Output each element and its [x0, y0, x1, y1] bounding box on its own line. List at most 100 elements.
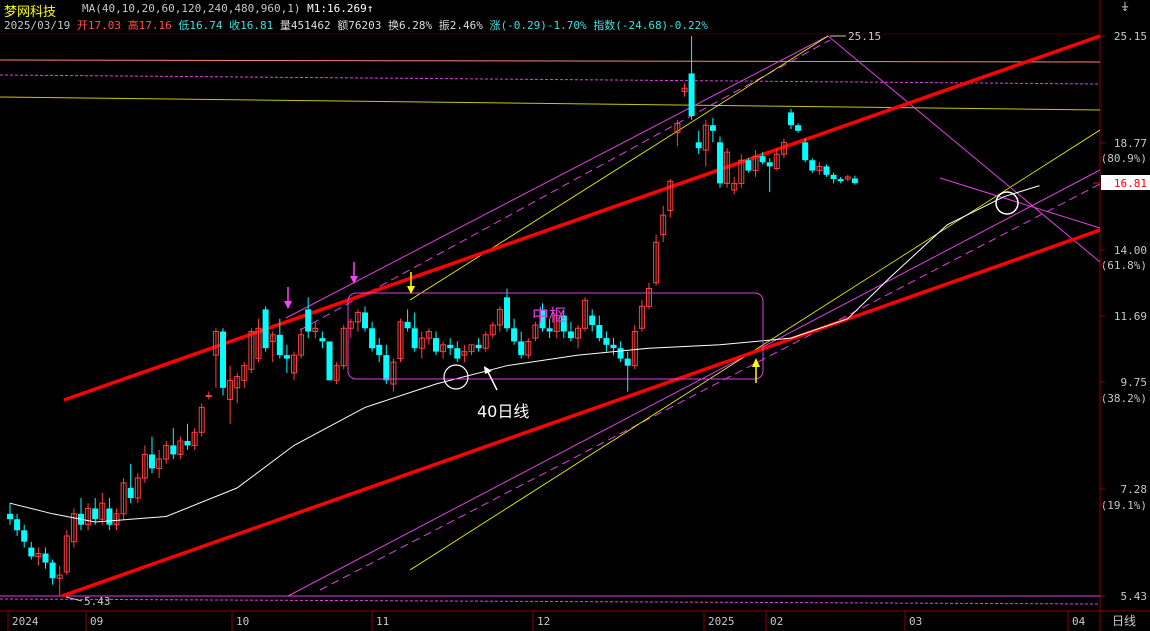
candle-body — [546, 328, 553, 332]
date-tick-label: 12 — [537, 615, 550, 628]
down-arrowhead — [350, 276, 358, 284]
candle-body — [717, 142, 723, 184]
candle-body — [759, 156, 766, 163]
price-tick-label: 7.28 — [1121, 483, 1148, 496]
date-axis[interactable]: 2024 09 10 11 12 2025 02 03 04 日线 — [7, 611, 1136, 631]
candle-body — [149, 454, 155, 469]
channel-line — [287, 169, 1101, 597]
date-tick-label: 04 — [1072, 615, 1086, 628]
ma40-pointer-arrow — [486, 369, 498, 391]
chart-frame — [0, 0, 1150, 631]
price-tick-label: 9.75 — [1121, 376, 1148, 389]
candle-body — [404, 321, 411, 329]
candle-body — [624, 358, 631, 366]
price-tick-label: (38.2%) — [1101, 392, 1147, 405]
candle-body — [851, 178, 858, 184]
candle-body — [184, 440, 191, 446]
price-tick-label: 25.15 — [1114, 30, 1147, 43]
candle-body — [837, 179, 844, 182]
channel-line — [939, 177, 1101, 229]
candle-body — [362, 312, 368, 329]
zhongshu-label: 中枢 — [532, 306, 566, 326]
upper-trend-line — [63, 34, 1101, 402]
candle-body — [42, 553, 49, 563]
candle-body — [795, 125, 802, 131]
down-arrowhead — [284, 301, 292, 309]
candle-body — [511, 328, 518, 342]
price-tick-label: (61.8%) — [1101, 259, 1147, 272]
candle-body — [49, 562, 56, 579]
channel-line — [299, 39, 831, 331]
candle-body — [28, 547, 35, 557]
channel-line — [409, 35, 829, 301]
candle-body — [7, 513, 13, 520]
date-tick-label: 2025 — [708, 615, 735, 628]
candle-body — [518, 341, 525, 356]
level-line — [0, 598, 1101, 605]
candle-body — [170, 445, 177, 455]
candle-body — [92, 508, 99, 520]
low-marker — [65, 596, 83, 602]
candle-body — [504, 297, 510, 329]
candle-body — [276, 334, 283, 356]
price-tick-label: 18.77 — [1114, 137, 1147, 150]
channel-line — [827, 35, 1101, 263]
candle-body — [433, 338, 439, 352]
price-tick-label: (80.9%) — [1101, 152, 1147, 165]
candle-body — [411, 328, 418, 349]
price-tick-label: 14.00 — [1114, 244, 1147, 257]
candle-body — [603, 338, 610, 345]
candle-body — [589, 315, 596, 326]
candle-body — [262, 309, 269, 349]
candle-body — [14, 519, 21, 531]
candle-body — [709, 125, 716, 131]
ma40-label: 40日线 — [477, 402, 529, 421]
candle-body — [283, 355, 290, 359]
high-price-label: 25.15 — [848, 30, 881, 43]
channel-line — [319, 183, 1101, 591]
level-line — [0, 74, 1101, 85]
low-price-label: 5.43 — [84, 595, 111, 608]
candle-body — [383, 355, 390, 381]
price-tick-label: (19.1%) — [1101, 499, 1147, 512]
candle-body — [127, 487, 134, 499]
candle-body — [788, 112, 794, 126]
candle-body — [745, 160, 752, 171]
candle-body — [220, 331, 226, 388]
candle-body — [475, 344, 482, 349]
candle-body — [305, 309, 312, 332]
candle-body — [376, 344, 383, 356]
date-tick-label: 10 — [236, 615, 249, 628]
candle-body — [617, 348, 624, 359]
candle-body — [596, 325, 603, 339]
current-price-label: 16.81 — [1114, 177, 1147, 190]
candle-body — [319, 338, 326, 342]
candle-body — [326, 341, 333, 381]
price-axis: 25.15 18.77 (80.9%) 16.81 14.00 (61.8%) 11.69 9… — [1093, 30, 1150, 603]
date-tick-label: 02 — [770, 615, 783, 628]
date-tick-label: 11 — [376, 615, 389, 628]
candle-body — [688, 73, 695, 117]
date-tick-label: 2024 — [12, 615, 39, 628]
candle-body — [454, 348, 461, 359]
candle-body — [205, 395, 212, 398]
kline-chart[interactable]: 中枢 40日线 25.15 5.43 25.15 18.77 (80.9%) 16.81 14… — [0, 0, 1150, 631]
candle-body — [106, 508, 113, 525]
candle-body — [21, 530, 28, 542]
candle-body — [610, 344, 617, 349]
candle-body — [809, 160, 816, 171]
candles[interactable] — [7, 36, 858, 596]
candle-body — [567, 331, 574, 339]
lower-trend-line — [61, 228, 1101, 598]
price-tick-label: 11.69 — [1114, 310, 1147, 323]
level-line — [0, 59, 1101, 63]
candle-body — [695, 142, 702, 149]
candle-body — [830, 174, 837, 180]
price-tick-label: 5.43 — [1121, 590, 1148, 603]
candle-body — [766, 162, 773, 167]
period-mode-label: 日线 — [1112, 614, 1136, 628]
candle-body — [369, 328, 376, 349]
date-tick-label: 03 — [909, 615, 922, 628]
date-tick-label: 09 — [90, 615, 103, 628]
trend-lines — [61, 34, 1101, 598]
